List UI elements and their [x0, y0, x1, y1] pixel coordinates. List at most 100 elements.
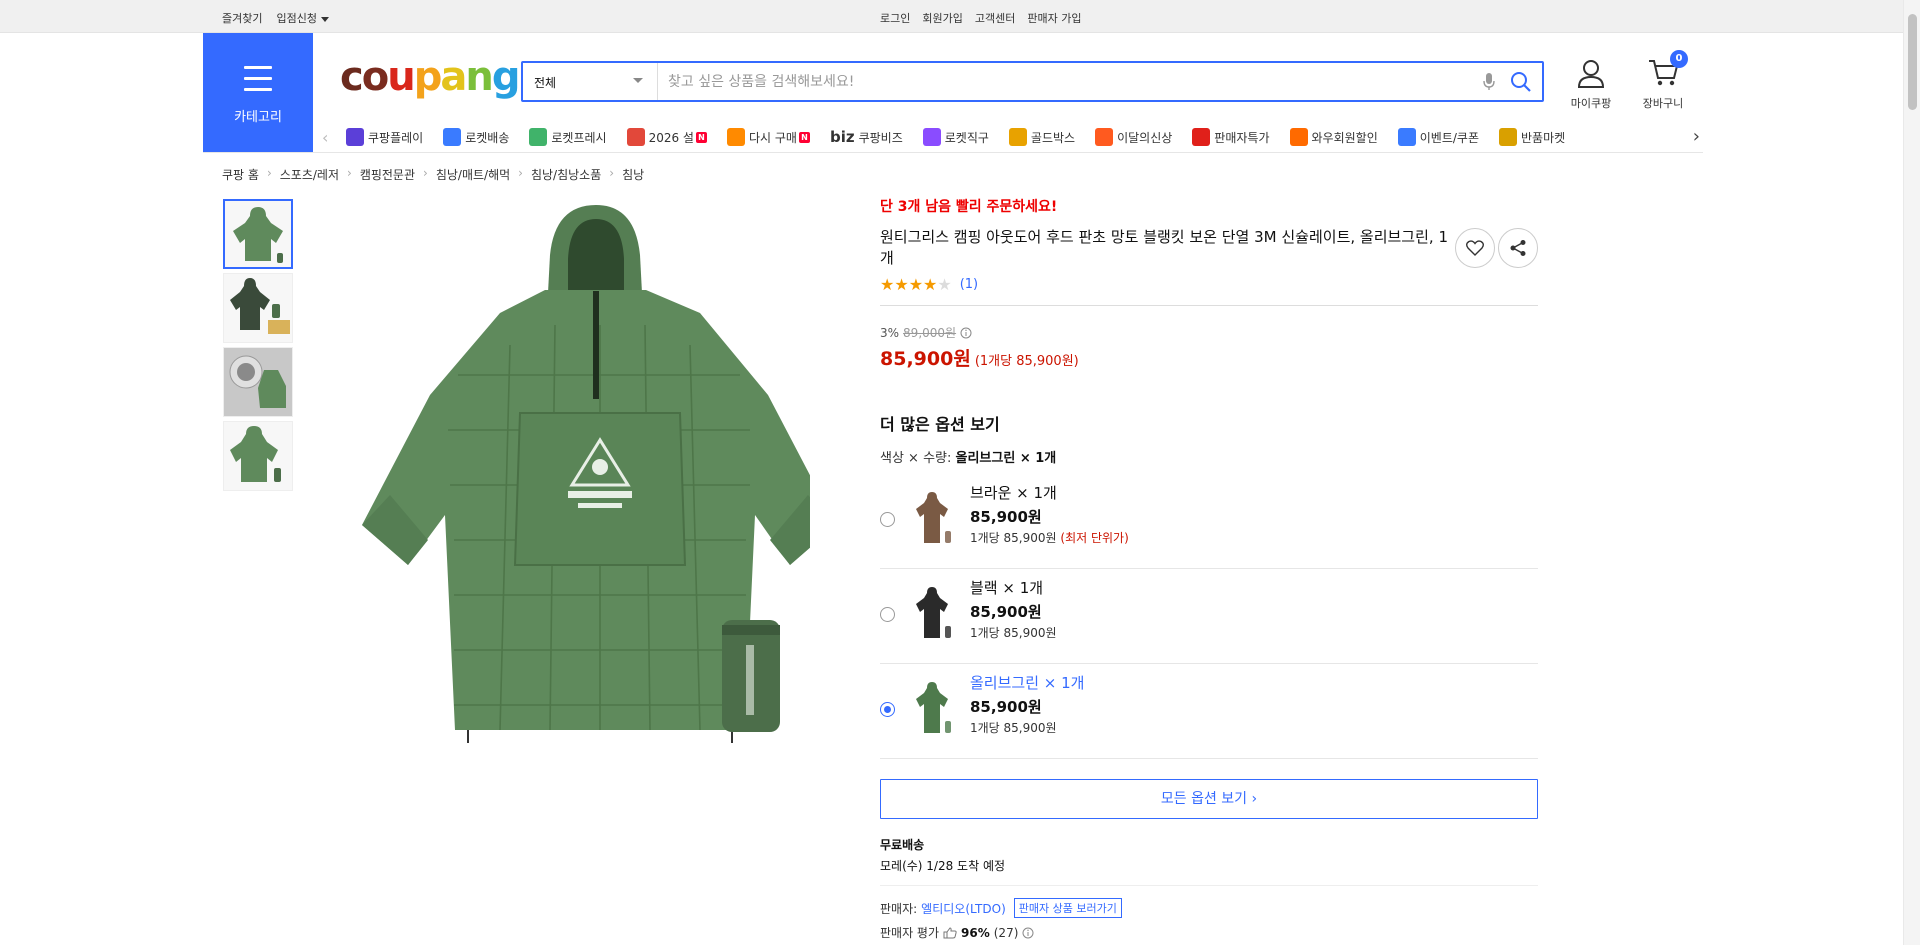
thumbnail-3[interactable]: [223, 347, 293, 417]
option-tag: (최저 단위가): [1060, 531, 1129, 545]
logo-letter: o: [361, 54, 390, 100]
search-input[interactable]: [668, 69, 1468, 95]
info-icon[interactable]: [960, 327, 972, 339]
all-options-button[interactable]: 모든 옵션 보기 ›: [880, 779, 1538, 819]
product-info-panel: 단 3개 남음 빨리 주문하세요! 원티그리스 캠핑 아웃도어 후드 판초 망토…: [880, 196, 1538, 941]
nav-item-label: 로켓직구: [944, 130, 989, 145]
signup-link[interactable]: 회원가입: [922, 10, 962, 26]
option-unit-price: 1개당 85,900원: [970, 719, 1057, 736]
logo-letter: p: [413, 54, 443, 100]
option-unit-text: 1개당 85,900원: [970, 626, 1057, 640]
option-radio[interactable]: [880, 607, 895, 622]
sale-price-row: 85,900원 (1개당 85,900원): [880, 344, 1538, 371]
nav-item[interactable]: 쿠팡플레이: [346, 128, 423, 146]
option-radio[interactable]: [880, 512, 895, 527]
favorites-link[interactable]: 즐겨찾기: [222, 10, 262, 26]
breadcrumb-item[interactable]: 침낭: [622, 166, 644, 183]
nav-item[interactable]: 로켓배송: [443, 128, 509, 146]
seller-rating-row: 판매자 평가 96% (27): [880, 924, 1538, 941]
nav-item[interactable]: 골드박스: [1008, 128, 1075, 146]
nav-item[interactable]: 와우회원할인: [1289, 128, 1378, 146]
login-link[interactable]: 로그인: [880, 10, 910, 26]
nav-item-icon: [1397, 128, 1416, 146]
share-icon: [1510, 240, 1526, 256]
breadcrumb-item[interactable]: 캠핑전문관: [360, 166, 415, 183]
share-button[interactable]: [1498, 228, 1538, 268]
caret-down-icon: [320, 16, 329, 22]
option-unit-text: 1개당 85,900원: [970, 531, 1057, 545]
breadcrumb-item[interactable]: 쿠팡 홈: [222, 166, 259, 183]
breadcrumb-item[interactable]: 침낭/매트/해먹: [436, 166, 510, 183]
breadcrumb-separator-icon: ›: [347, 166, 352, 180]
option-item[interactable]: 올리브그린 × 1개 85,900원 1개당 85,900원: [880, 664, 1538, 759]
nav-next-arrow-icon[interactable]: ›: [1693, 126, 1700, 147]
cart-button[interactable]: 0 장바구니: [1632, 50, 1694, 111]
nav-item-label: 로켓프레시: [551, 130, 607, 145]
star-icon: ★: [923, 275, 938, 294]
header-divider: [203, 152, 1703, 153]
cart-label: 장바구니: [1642, 97, 1684, 110]
unit-price: (1개당 85,900원): [974, 354, 1079, 369]
nav-item-label: 판매자특가: [1214, 130, 1270, 145]
coupang-logo[interactable]: coupang: [340, 54, 520, 100]
selected-option-summary: 색상 × 수량: 올리브그린 × 1개: [880, 447, 1538, 466]
new-badge: N: [798, 131, 810, 143]
customer-service-link[interactable]: 고객센터: [975, 10, 1015, 26]
thumbnail-4[interactable]: [223, 421, 293, 491]
logo-letter: u: [387, 54, 416, 100]
logo-letter: c: [340, 54, 364, 100]
nav-item[interactable]: 이벤트/쿠폰: [1397, 128, 1479, 146]
breadcrumb-separator-icon: ›: [266, 166, 272, 180]
option-unit-text: 1개당 85,900원: [970, 721, 1057, 735]
seller-products-link[interactable]: 판매자 상품 보러가기: [1013, 898, 1122, 918]
nav-item[interactable]: 2026 설N: [626, 128, 707, 146]
option-thumbnail: [916, 682, 951, 733]
heart-icon: [1466, 240, 1484, 256]
category-label: 카테고리: [234, 110, 282, 125]
nav-item[interactable]: 로켓직구: [922, 128, 989, 146]
star-icon: ★: [937, 275, 952, 294]
main-product-image[interactable]: [350, 195, 836, 745]
top-bar-right: 로그인 회원가입 고객센터 판매자 가입: [880, 10, 1538, 26]
user-icon: [1577, 60, 1605, 88]
thumbnail-2[interactable]: [223, 273, 293, 343]
nav-item[interactable]: 로켓프레시: [529, 128, 607, 146]
nav-item-icon: [1192, 128, 1211, 146]
nav-item[interactable]: 다시 구매 N: [726, 128, 810, 146]
search-icon[interactable]: [1510, 71, 1532, 97]
divider: [880, 305, 1538, 306]
more-options-heading: 더 많은 옵션 보기: [880, 415, 1000, 434]
seller-rating-label: 판매자 평가: [880, 926, 940, 940]
review-count[interactable]: (1): [960, 277, 978, 292]
nav-item[interactable]: 판매자특가: [1192, 128, 1270, 146]
favorite-button[interactable]: [1455, 228, 1495, 268]
option-unit-price: 1개당 85,900원 (최저 단위가): [970, 529, 1129, 546]
thumbnail-1[interactable]: [223, 199, 293, 269]
discount-rate: 3%: [880, 325, 900, 340]
seller-signup-link[interactable]: 판매자 가입: [1027, 10, 1081, 26]
option-item[interactable]: 블랙 × 1개 85,900원 1개당 85,900원: [880, 569, 1538, 664]
search-scope-select[interactable]: 전체: [523, 63, 658, 100]
option-radio[interactable]: [880, 702, 895, 717]
nav-item[interactable]: biz 쿠팡비즈: [830, 128, 903, 146]
nav-item[interactable]: 반품마켓: [1499, 128, 1565, 146]
rating-stars: ★★★★★: [880, 275, 952, 294]
breadcrumb-item[interactable]: 침낭/침낭소품: [531, 166, 601, 183]
scrollbar-thumb[interactable]: [1908, 14, 1917, 110]
nav-prev-arrow-icon[interactable]: ‹: [322, 128, 328, 147]
my-coupang-button[interactable]: 마이쿠팡: [1560, 58, 1622, 111]
breadcrumb-item[interactable]: 스포츠/레저: [280, 166, 339, 183]
apply-menu[interactable]: 입점신청: [276, 10, 329, 26]
search-scope-value: 전체: [534, 76, 557, 90]
option-thumbnail: [916, 587, 951, 638]
seller-name-link[interactable]: 엘티디오(LTDO): [921, 900, 1006, 917]
category-button[interactable]: 카테고리: [203, 33, 313, 152]
nav-item-icon: [1008, 128, 1027, 146]
info-icon[interactable]: [1022, 927, 1034, 939]
product-rating[interactable]: ★★★★★ (1): [880, 275, 1538, 294]
microphone-icon[interactable]: [1482, 72, 1496, 96]
nav-item[interactable]: 이달의신상: [1095, 128, 1172, 146]
option-item[interactable]: 브라운 × 1개 85,900원 1개당 85,900원 (최저 단위가): [880, 474, 1538, 569]
low-stock-notice: 단 3개 남음 빨리 주문하세요!: [880, 199, 1058, 215]
page-scrollbar[interactable]: [1903, 0, 1920, 945]
